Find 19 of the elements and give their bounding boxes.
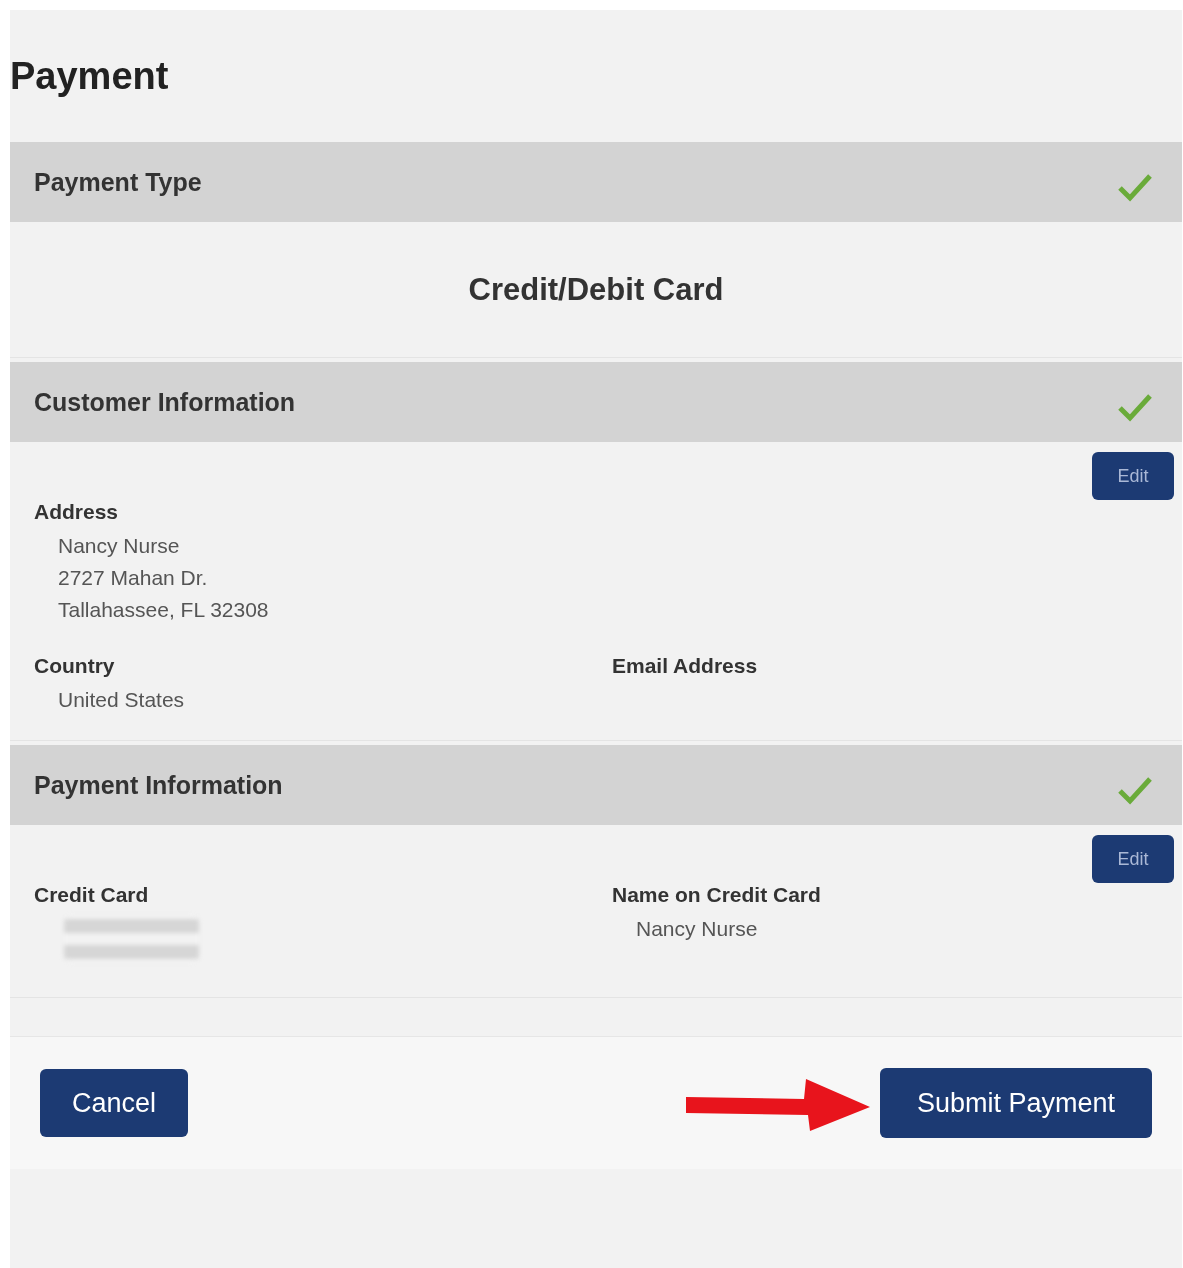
field-value: Tallahassee, FL 32308	[57, 597, 270, 623]
field-label: Email Address	[612, 654, 759, 678]
field-value: 2727 Mahan Dr.	[57, 565, 209, 591]
field-value: United States	[57, 687, 186, 713]
field-label: Address	[34, 500, 120, 524]
field-label: Credit Card	[34, 883, 150, 907]
page-title: Payment	[10, 54, 170, 99]
section-title: Payment Type	[34, 167, 202, 197]
field-label: Country	[34, 654, 116, 678]
field-value: Nancy Nurse	[635, 916, 759, 942]
section-title: Customer Information	[34, 387, 296, 417]
section-title: Payment Information	[34, 770, 283, 800]
field-value: Nancy Nurse	[57, 533, 181, 559]
cancel-button[interactable]: Cancel	[40, 1069, 188, 1137]
edit-button[interactable]: Edit	[1092, 835, 1174, 883]
edit-button[interactable]: Edit	[1092, 452, 1174, 500]
field-label: Name on Credit Card	[612, 883, 822, 907]
payment-type-value: Credit/Debit Card	[468, 271, 724, 308]
submit-button[interactable]: Submit Payment	[880, 1068, 1152, 1138]
